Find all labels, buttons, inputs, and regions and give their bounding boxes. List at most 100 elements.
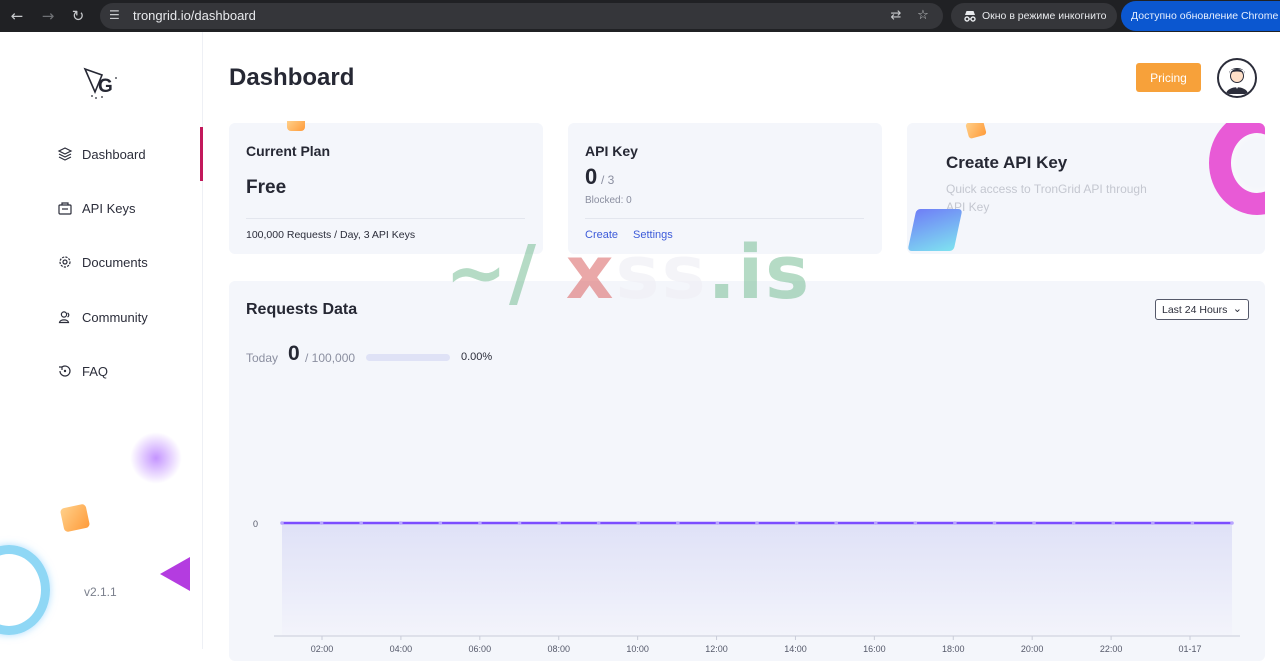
svg-text:G: G [98,76,113,97]
data-point [319,521,324,525]
data-point [517,521,522,525]
incognito-label: Окно в режиме инкогнито [982,10,1107,22]
back-icon[interactable]: ← [7,6,27,26]
x-tick-label: 01-17 [1178,644,1201,654]
settings-link[interactable]: Settings [633,229,673,241]
plan-limits: 100,000 Requests / Day, 3 API Keys [246,229,416,241]
star-icon[interactable]: ☆ [914,7,932,25]
data-point [834,521,838,525]
sidebar: G Dashboard API Keys Documents Community… [0,32,203,649]
x-tick-label: 14:00 [784,644,807,654]
data-point [794,521,799,525]
data-point [755,521,759,525]
pricing-button[interactable]: Pricing [1136,63,1201,92]
x-tick-label: 06:00 [469,644,492,654]
data-point [1071,521,1076,525]
data-point [596,521,601,525]
x-tick-label: 02:00 [311,644,334,654]
sidebar-item-label: Documents [82,255,148,270]
sidebar-item-label: Community [82,310,148,325]
data-point [1032,521,1036,525]
create-api-key-title: Create API Key [946,153,1068,172]
chart-area [282,523,1232,636]
blue-cube-decoration [907,209,963,251]
data-point [478,521,482,525]
data-point [992,521,997,525]
card-divider [585,218,864,219]
card-title: Current Plan [246,143,331,159]
incognito-indicator[interactable]: Окно в режиме инкогнито [951,3,1117,29]
data-point [398,521,403,525]
sidebar-item-community[interactable]: Community [0,290,203,344]
data-point [557,521,561,525]
x-tick-label: 18:00 [942,644,965,654]
purple-glow-decoration [130,432,182,484]
data-point [1151,521,1155,525]
people-icon [57,309,73,325]
card-title: API Key [585,143,638,159]
plan-value: Free [246,177,287,198]
orange-cube-decoration [59,503,91,533]
data-point [953,521,957,525]
avatar[interactable] [1217,58,1257,98]
sidebar-item-label: FAQ [82,364,109,379]
forward-icon[interactable]: → [38,6,58,26]
address-bar[interactable]: ☰ trongrid.io/dashboard ⇄ ☆ [100,3,943,29]
browser-toolbar: ← → ↻ ☰ trongrid.io/dashboard ⇄ ☆ Окно в… [0,0,1280,32]
url-text[interactable]: trongrid.io/dashboard [133,8,256,23]
x-tick-label: 16:00 [863,644,886,654]
orange-cube-decoration [965,123,987,140]
data-point [1111,521,1116,525]
data-point [438,521,443,525]
version-label: v2.1.1 [84,585,117,599]
card-divider [246,218,525,219]
sidebar-item-api-keys[interactable]: API Keys [0,181,203,235]
sidebar-item-documents[interactable]: Documents [0,235,203,289]
create-link[interactable]: Create [585,229,618,241]
api-key-card: API Key 0 / 3 Blocked: 0 Create Settings [568,123,882,254]
page-title: Dashboard [229,64,355,91]
orange-cube-decoration [287,121,305,131]
data-point [636,521,641,525]
main-content: Dashboard Pricing Current Plan Free 100,… [203,32,1280,661]
gear-doc-icon [57,254,73,270]
sidebar-item-dashboard[interactable]: Dashboard [0,127,203,181]
x-tick-label: 20:00 [1021,644,1044,654]
reload-icon[interactable]: ↻ [68,6,88,26]
data-point [1230,521,1234,525]
layers-icon [57,146,73,162]
data-point [1190,521,1195,525]
blue-ring-decoration [0,545,50,635]
data-point [913,521,918,525]
faq-icon [57,363,73,379]
data-point [873,521,878,525]
data-point [359,521,363,525]
key-card-icon [57,200,73,216]
translate-icon[interactable]: ⇄ [887,7,905,25]
x-tick-label: 08:00 [547,644,570,654]
sidebar-item-label: API Keys [82,201,136,216]
data-point [715,521,720,525]
requests-chart: 0 02:00 04:00 06:00 08:00 10:00 12:00 14:00 16:0… [253,519,1240,654]
incognito-icon [962,8,978,24]
create-api-key-card[interactable]: Create API Key Quick access to TronGrid … [907,123,1265,254]
chrome-update-button[interactable]: Доступно обновление Chrome [1121,1,1280,31]
x-tick-label: 12:00 [705,644,728,654]
site-settings-icon[interactable]: ☰ [109,8,123,22]
current-plan-card: Current Plan Free 100,000 Requests / Day… [229,121,543,254]
pink-torus-decoration [1209,123,1265,215]
data-point [280,521,284,525]
y-tick-label: 0 [253,519,258,529]
requests-data-card: Requests Data Last 24 Hours ⌄ Today 0 / … [229,281,1265,661]
x-tick-label: 22:00 [1100,644,1123,654]
sidebar-item-faq[interactable]: FAQ [0,344,203,398]
data-point [676,521,680,525]
api-key-total: / 3 [601,173,615,187]
x-tick-label: 04:00 [390,644,413,654]
create-api-key-description: Quick access to TronGrid API through API… [946,182,1147,214]
x-tick-label: 10:00 [626,644,649,654]
api-key-blocked: Blocked: 0 [585,195,632,206]
magenta-cone-decoration [160,557,190,591]
trongrid-logo[interactable]: G [82,66,120,100]
api-key-count: 0 [585,164,598,189]
